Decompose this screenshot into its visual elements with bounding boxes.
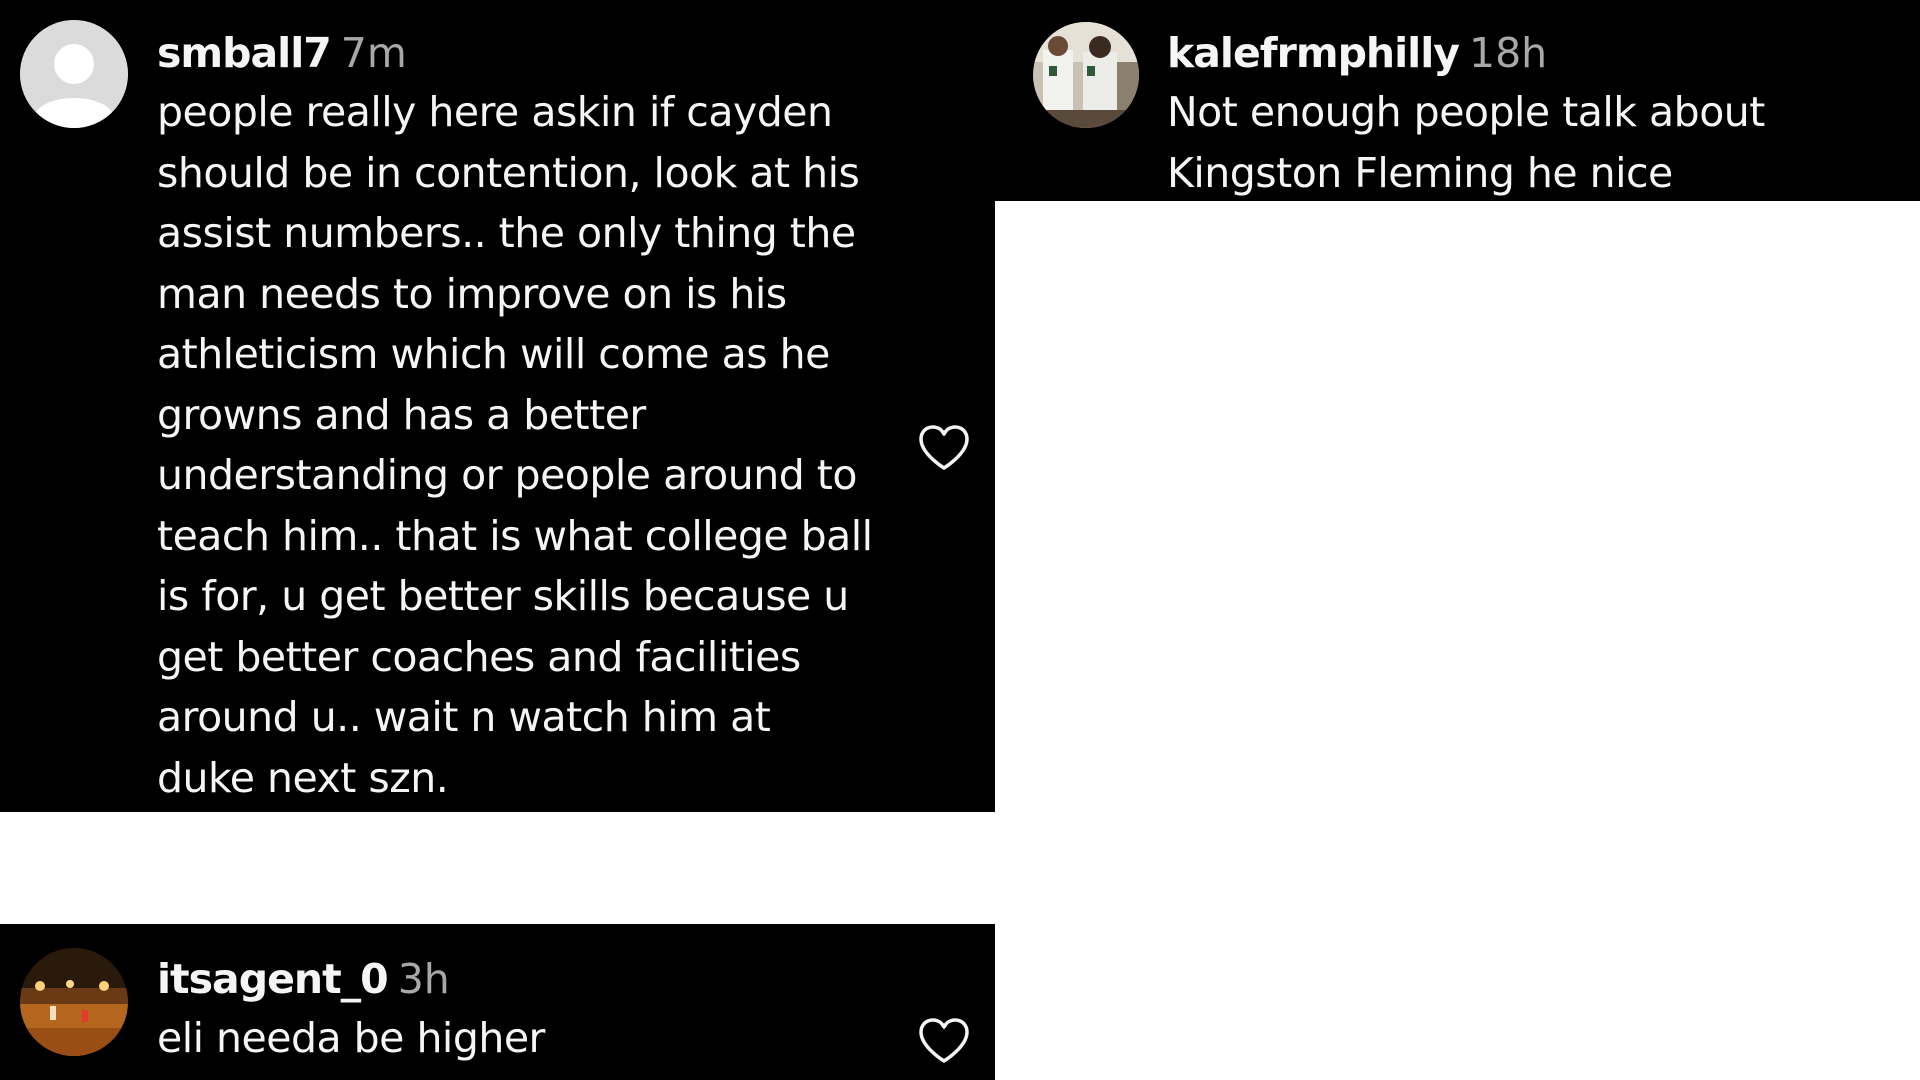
comment-header: kalefrmphilly 18h — [1167, 25, 1547, 81]
comment-line: Kingston Fleming he nice — [1167, 148, 1673, 197]
comment-timestamp: 3h — [397, 955, 450, 1003]
default-avatar-icon — [20, 20, 128, 128]
comment-timestamp: 18h — [1469, 29, 1548, 77]
heart-icon — [919, 425, 969, 470]
comment-header: smball7 7m — [157, 25, 407, 81]
like-button[interactable] — [918, 424, 970, 472]
comment-card-smball7: smball7 7m people really here askin if ca… — [0, 0, 995, 812]
comment-line: should be in contention, look at his — [157, 148, 860, 197]
heart-icon — [919, 1018, 969, 1063]
username-link[interactable]: itsagent_0 — [157, 955, 389, 1003]
comment-line: eli needa be higher — [157, 1014, 545, 1062]
comment-line: athleticism which will come as he — [157, 330, 830, 378]
comment-line: assist numbers.. the only thing the — [157, 209, 856, 257]
username-link[interactable]: smball7 — [157, 29, 332, 77]
comment-line: Not enough people talk about — [1167, 88, 1765, 136]
comment-line: is for, u get better skills because u — [157, 572, 849, 620]
comment-line: man needs to improve on is his — [157, 269, 787, 318]
username-link[interactable]: kalefrmphilly — [1167, 29, 1460, 77]
comment-line: understanding or people around to — [157, 451, 857, 499]
comment-text: Not enough people talk about Kingston Fl… — [1167, 82, 1765, 201]
comment-line: around u.. wait n watch him at — [157, 693, 771, 741]
like-button[interactable] — [918, 1017, 970, 1065]
comment-text: people really here askin if cayden shoul… — [157, 82, 873, 808]
comment-card-kalefrmphilly: kalefrmphilly 18h Not enough people talk … — [995, 0, 1920, 201]
comment-text: eli needa be higher — [157, 1008, 545, 1069]
comment-line: get better coaches and facilities — [157, 632, 801, 681]
user-avatar[interactable] — [20, 20, 128, 128]
user-avatar[interactable] — [1033, 22, 1139, 128]
court-photo-avatar — [20, 948, 128, 1056]
comment-header: itsagent_0 3h — [157, 951, 450, 1007]
user-avatar[interactable] — [20, 948, 128, 1056]
team-photo-avatar — [1033, 22, 1139, 128]
comment-line: people really here askin if cayden — [157, 88, 833, 136]
comment-card-itsagent_0: itsagent_0 3h eli needa be higher — [0, 924, 995, 1080]
comment-line: growns and has a better — [157, 390, 646, 439]
comment-timestamp: 7m — [340, 29, 407, 77]
comment-line: duke next szn. — [157, 753, 449, 802]
comment-line: teach him.. that is what college ball — [157, 511, 873, 560]
